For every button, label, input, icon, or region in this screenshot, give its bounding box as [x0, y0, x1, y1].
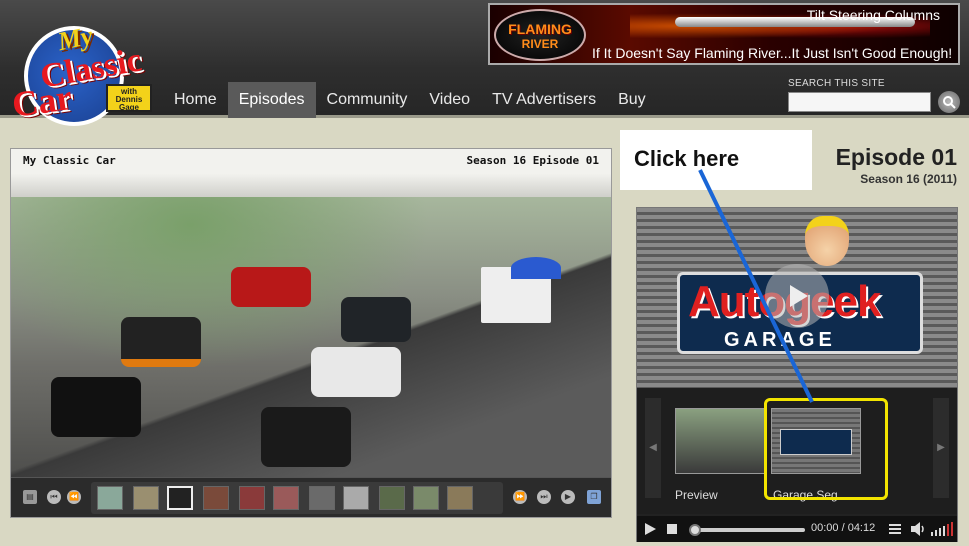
playlist-icon[interactable] — [889, 523, 901, 535]
next-icon[interactable]: ⏭ — [537, 490, 551, 504]
logo-text-car: Car — [9, 77, 75, 125]
search-label: SEARCH THIS SITE — [788, 78, 885, 89]
site-header: My Classic Car with Dennis Gage FLAMING … — [0, 0, 969, 126]
search-input[interactable] — [788, 92, 931, 112]
strip-prev-arrow[interactable]: ◀ — [645, 398, 661, 498]
episode-player[interactable]: My Classic Car Season 16 Episode 01 ▤ ⏮ … — [10, 148, 612, 518]
car-black — [51, 377, 141, 437]
nav-home[interactable]: Home — [163, 82, 228, 118]
player-title-right: Season 16 Episode 01 — [466, 154, 599, 167]
nav-buy[interactable]: Buy — [607, 82, 657, 118]
seek-handle[interactable] — [689, 524, 701, 536]
car-dark — [261, 407, 351, 467]
ad-brand-line2: RIVER — [521, 37, 559, 51]
thumbnail-item[interactable] — [203, 486, 229, 510]
ad-slogan: If It Doesn't Say Flaming River...It Jus… — [592, 45, 953, 61]
logo-badge: with Dennis Gage — [106, 84, 152, 112]
search-button[interactable] — [938, 91, 960, 113]
big-play-button[interactable] — [765, 264, 829, 328]
stop-icon[interactable] — [667, 524, 677, 534]
nav-community[interactable]: Community — [316, 82, 419, 118]
thumbnail-item[interactable] — [447, 486, 473, 510]
play-icon[interactable] — [643, 522, 657, 536]
play-icon — [790, 285, 808, 307]
thumbnail-item[interactable] — [97, 486, 123, 510]
car-flames — [121, 317, 201, 367]
nav-tv-advertisers[interactable]: TV Advertisers — [481, 82, 607, 118]
prev-icon[interactable]: ⏮ — [47, 490, 61, 504]
car-white — [311, 347, 401, 397]
player-subbar — [11, 173, 611, 197]
thumbnail-item[interactable] — [309, 486, 335, 510]
volume-icon[interactable] — [911, 522, 927, 536]
blue-tent — [511, 257, 561, 279]
thumbnail-item[interactable] — [413, 486, 439, 510]
playlist-icon[interactable]: ▤ — [23, 490, 37, 504]
thumbnail-item[interactable] — [133, 486, 159, 510]
seek-track[interactable] — [693, 528, 805, 532]
site-logo[interactable]: My Classic Car with Dennis Gage — [10, 18, 165, 130]
segment-controls: 00:00 / 04:12 — [637, 516, 957, 542]
play-icon[interactable]: ▶ — [561, 490, 575, 504]
thumbnail-strip — [91, 482, 503, 514]
video-frame-car-show[interactable] — [11, 197, 611, 477]
nav-video[interactable]: Video — [418, 82, 481, 118]
nav-episodes[interactable]: Episodes — [227, 82, 316, 118]
strip-next-arrow[interactable]: ▶ — [933, 398, 949, 498]
player-controls: ▤ ⏮ ⏪ ⏩ ⏭ ▶ ❐ — [11, 477, 611, 517]
highlight-outline — [764, 398, 888, 500]
annotation-text: Click here — [634, 146, 740, 171]
segment-label-preview: Preview — [675, 488, 718, 502]
site-search: SEARCH THIS SITE — [788, 78, 960, 113]
car-red — [231, 267, 311, 307]
time-readout: 00:00 / 04:12 — [811, 522, 876, 534]
thumbnail-item[interactable] — [379, 486, 405, 510]
forward-icon[interactable]: ⏩ — [513, 490, 527, 504]
ad-brand-logo: FLAMING RIVER — [494, 9, 586, 61]
fullscreen-icon[interactable]: ❐ — [587, 490, 601, 504]
magnifier-icon — [943, 96, 956, 109]
segment-thumb-preview[interactable] — [675, 408, 765, 474]
annotation-callout: Click here — [620, 130, 812, 190]
main-nav: Home Episodes Community Video TV Adverti… — [163, 82, 657, 118]
thumbnail-item[interactable] — [343, 486, 369, 510]
thumbnail-item[interactable] — [239, 486, 265, 510]
sign-word-2: GARAGE — [724, 329, 836, 351]
mascot-image — [805, 216, 849, 266]
rewind-icon[interactable]: ⏪ — [67, 490, 81, 504]
ad-brand-line1: FLAMING — [508, 21, 572, 37]
banner-ad[interactable]: FLAMING RIVER Tilt Steering Columns If I… — [488, 3, 960, 65]
episode-title: Episode 01 — [835, 144, 957, 170]
thumbnail-item[interactable] — [273, 486, 299, 510]
volume-level-bars[interactable] — [931, 522, 953, 536]
segment-video[interactable]: Autogeek GARAGE — [637, 208, 957, 388]
player-title-left: My Classic Car — [23, 154, 116, 167]
episode-subtitle: Season 16 (2011) — [860, 172, 957, 186]
player-title-bar: My Classic Car Season 16 Episode 01 — [11, 149, 611, 173]
ad-title: Tilt Steering Columns — [806, 7, 940, 23]
car-gray — [341, 297, 411, 342]
thumbnail-item-selected[interactable] — [167, 486, 193, 510]
